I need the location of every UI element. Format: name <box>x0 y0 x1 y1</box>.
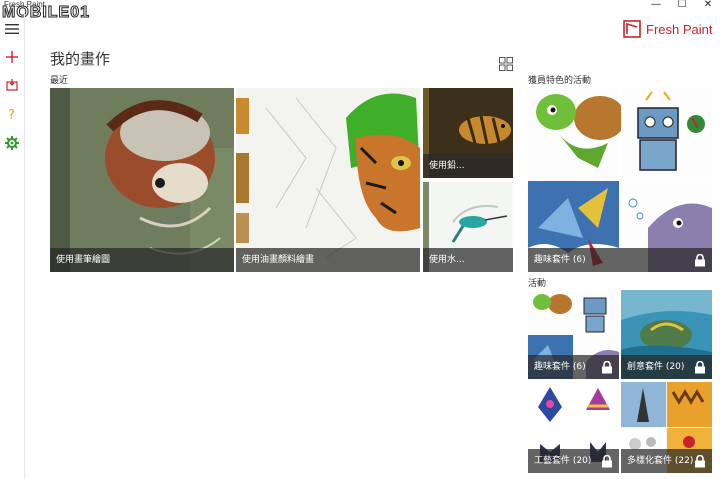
recent-tile-tiger[interactable]: 使用油畫顏料繪畫 <box>236 88 420 272</box>
minimize-button[interactable]: — <box>644 0 668 11</box>
fun-kit-collage <box>528 88 712 272</box>
tiger-painting <box>236 88 420 272</box>
left-rail: ? <box>0 14 25 479</box>
tile-caption: 使用油畫顏料繪畫 <box>236 248 420 272</box>
lock-icon <box>695 254 705 267</box>
featured-tile-fun-kit[interactable]: 趣味套件 (6) <box>528 88 712 272</box>
tile-caption: 使用畫筆繪圖 <box>50 248 234 272</box>
activities-label: 活動 <box>528 279 547 289</box>
activity-tile-craft-kit[interactable]: 工藝套件 (20) <box>528 382 619 473</box>
activity-tile-fun-kit[interactable]: 趣味套件 (6) <box>528 290 619 379</box>
lock-icon <box>602 455 612 468</box>
title-bar: Fresh Paint MOBILE01 — ☐ ✕ <box>0 0 720 22</box>
recent-tile-hummingbird[interactable]: 使用水... <box>423 182 513 272</box>
recent-label: 最近 <box>50 76 69 86</box>
featured-label: 獲員特色的活動 <box>528 76 592 86</box>
lock-icon <box>695 361 705 374</box>
fresh-paint-logo-icon <box>623 20 641 38</box>
add-icon[interactable] <box>3 48 21 66</box>
tile-caption: 趣味套件 (6) <box>528 248 712 272</box>
import-icon[interactable] <box>3 76 21 94</box>
close-button[interactable]: ✕ <box>696 0 720 11</box>
tile-caption: 使用鉛... <box>423 154 513 178</box>
activity-tile-creative-kit[interactable]: 創意套件 (20) <box>621 290 712 379</box>
recent-tile-red-panda[interactable]: 使用畫筆繪圖 <box>50 88 234 272</box>
menu-icon[interactable] <box>3 20 21 38</box>
brand-logo: Fresh Paint <box>622 18 712 40</box>
activity-tile-variety-kit[interactable]: 多樣化套件 (22) <box>621 382 712 473</box>
brand-name: Fresh Paint <box>646 21 713 37</box>
svg-text:?: ? <box>8 108 15 121</box>
maximize-button[interactable]: ☐ <box>670 0 694 11</box>
help-icon[interactable]: ? <box>3 105 21 123</box>
lock-icon <box>602 361 612 374</box>
page-title: 我的畫作 <box>50 50 111 68</box>
grid-view-icon[interactable] <box>499 56 513 71</box>
recent-tile-fish[interactable]: 使用鉛... <box>423 88 513 178</box>
red-panda-painting <box>50 88 234 272</box>
lock-icon <box>695 455 705 468</box>
tile-caption: 使用水... <box>423 248 513 272</box>
settings-icon[interactable] <box>3 134 21 152</box>
